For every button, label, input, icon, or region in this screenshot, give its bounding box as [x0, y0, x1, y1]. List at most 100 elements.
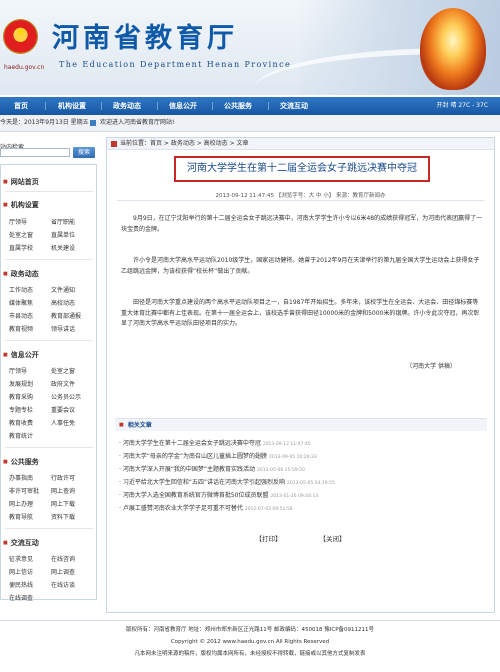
sidebar-link[interactable]: 教育采购	[9, 392, 33, 401]
home-icon	[90, 120, 96, 126]
search-input[interactable]	[0, 148, 70, 157]
sidebar-link[interactable]: 在线咨询	[51, 554, 75, 563]
footer: 版权所有：河南省教育厅 地址：郑州市郑东新区正光路11号 邮政编码：450018…	[0, 624, 500, 660]
nav-divider	[212, 102, 213, 110]
sidebar: 站内检索 搜索 网站首页 机构设置 厅领导 省厅职能 处室之窗 直属单位 直属学…	[0, 138, 100, 608]
sidebar-link[interactable]: 网上查询	[51, 486, 75, 495]
related-title[interactable]: · 卢展工盛赞河南农业大学学子足可重不可替代	[119, 505, 243, 512]
date-text: 今天是：2013年9月13日 星期五	[0, 119, 89, 126]
nav-item-service[interactable]: 公共服务	[224, 97, 252, 115]
weather-text: 开封 晴 27C - 37C	[436, 102, 488, 109]
article-panel: 当前位置：首页 > 政务动态 > 高校动态 > 文章 河南大学学生在第十二届全运…	[106, 137, 495, 613]
sidebar-link[interactable]: 资料下载	[51, 512, 75, 521]
footer-copyright-info: 版权所有：河南省教育厅 地址：郑州市郑东新区正光路11号 邮政编码：450018…	[125, 627, 374, 633]
article-source: （河南大学 供稿）	[406, 363, 456, 370]
related-item[interactable]: · 河南大学入选全国教育系统官方微博首批50位成员联盟 2013-01-26 09…	[119, 490, 318, 499]
nav-item-interact[interactable]: 交流互动	[280, 97, 308, 115]
sidebar-link[interactable]: 政府文件	[51, 379, 75, 388]
close-button[interactable]: 【关闭】	[320, 533, 346, 543]
sidebar-link[interactable]: 网上下载	[51, 499, 75, 508]
sidebar-section-interact[interactable]: 交流互动	[3, 538, 39, 548]
sidebar-section-news[interactable]: 政务动态	[3, 269, 39, 279]
sidebar-link[interactable]: 处室之窗	[51, 366, 75, 375]
footer-divider	[0, 620, 500, 621]
sidebar-link[interactable]: 网上信访	[9, 567, 33, 576]
sidebar-link[interactable]: 在线访谈	[51, 580, 75, 589]
divider	[5, 191, 93, 192]
nav-item-news[interactable]: 政务动态	[113, 97, 141, 115]
sidebar-link[interactable]: 直属学校	[9, 243, 33, 252]
sidebar-link[interactable]: 征求意见	[9, 554, 33, 563]
sidebar-link[interactable]: 网上调查	[51, 567, 75, 576]
sidebar-link[interactable]: 高校动态	[51, 298, 75, 307]
related-title[interactable]: · 习近平给北大学生回信和“五四”讲话在河南大学引起强烈反响	[119, 479, 285, 486]
sidebar-link[interactable]: 文件通知	[51, 285, 75, 294]
related-title[interactable]: · 河南大学学生在第十二届全运会女子跳远决赛中夺冠	[119, 440, 261, 447]
sidebar-link[interactable]: 厅领导	[9, 217, 27, 226]
sidebar-link[interactable]: 非许可审批	[9, 486, 39, 495]
sidebar-link[interactable]: 重要会议	[51, 405, 75, 414]
footer-notice: 凡本网未注明来源的稿件，版权均属本网所有，未经授权不得转载，链接或以其他方式复制…	[134, 651, 366, 657]
sidebar-link[interactable]: 行政许可	[51, 473, 75, 482]
sidebar-section-home[interactable]: 网站首页	[3, 177, 39, 187]
sidebar-section-service[interactable]: 公共服务	[3, 457, 39, 467]
nav-divider	[268, 102, 269, 110]
sidebar-link[interactable]: 教育部通报	[51, 311, 81, 320]
related-item[interactable]: · 河南大学学生在第十二届全运会女子跳远决赛中夺冠 2013-09-12 11:4…	[119, 438, 311, 447]
related-date: 2012-07-03 09:51:58	[244, 507, 293, 512]
sidebar-link[interactable]: 领导讲话	[51, 324, 75, 333]
sidebar-link[interactable]: 专题专栏	[9, 405, 33, 414]
breadcrumb: 当前位置：首页 > 政务动态 > 高校动态 > 文章	[107, 138, 494, 150]
article-paragraph: 9月9日，在辽宁沈阳举行的第十二届全运会女子跳远决赛中，河南大学学生许小令以6米…	[121, 215, 483, 233]
site-url[interactable]: haedu.gov.cn	[4, 64, 44, 71]
nav-divider	[45, 102, 46, 110]
sidebar-section-info[interactable]: 信息公开	[3, 350, 39, 360]
nav-item-info[interactable]: 信息公开	[169, 97, 197, 115]
sidebar-section-org[interactable]: 机构设置	[3, 200, 39, 210]
related-item[interactable]: · 卢展工盛赞河南农业大学学子足可重不可替代 2012-07-03 09:51:5…	[119, 503, 293, 512]
sidebar-link[interactable]: 教育导航	[9, 512, 33, 521]
related-title[interactable]: · 河南大学“母亲的学金”为南召山区儿童插上圆梦的翅膀	[119, 453, 267, 460]
nav-divider	[101, 102, 102, 110]
sidebar-link[interactable]: 教育视频	[9, 324, 33, 333]
header-banner: ★ haedu.gov.cn 河南省教育厅 The Education Depa…	[0, 0, 500, 95]
sidebar-link[interactable]: 省厅职能	[51, 217, 75, 226]
related-item[interactable]: · 习近平给北大学生回信和“五四”讲话在河南大学引起强烈反响 2013-05-05…	[119, 477, 335, 486]
related-item[interactable]: · 河南大学深入开展“我的中国梦”主题教育实践活动 2013-05-06 15:5…	[119, 464, 305, 473]
related-title[interactable]: · 河南大学深入开展“我的中国梦”主题教育实践活动	[119, 466, 255, 473]
sidebar-link[interactable]: 处室之窗	[9, 230, 33, 239]
print-button[interactable]: 【打印】	[255, 533, 281, 543]
sidebar-link[interactable]: 教育统计	[9, 431, 33, 440]
sidebar-link[interactable]: 直属单位	[51, 230, 75, 239]
breadcrumb-text[interactable]: 当前位置：首页 > 政务动态 > 高校动态 > 文章	[120, 138, 249, 150]
sidebar-link[interactable]: 在线调查	[9, 593, 33, 602]
nav-item-home[interactable]: 首页	[14, 97, 28, 115]
related-date: 2013-09-05 10:29:33	[269, 455, 317, 460]
nav-item-org[interactable]: 机构设置	[58, 97, 86, 115]
related-title[interactable]: · 河南大学入选全国教育系统官方微博首批50位成员联盟	[119, 492, 268, 499]
site-title[interactable]: 河南省教育厅	[52, 24, 238, 54]
sidebar-link[interactable]: 教育收费	[9, 418, 33, 427]
divider	[117, 200, 484, 201]
related-date: 2013-09-12 11:47:45	[262, 442, 311, 447]
sidebar-link[interactable]: 网上办理	[9, 499, 33, 508]
sidebar-link[interactable]: 厅领导	[9, 366, 27, 375]
related-item[interactable]: · 河南大学“母亲的学金”为南召山区儿童插上圆梦的翅膀 2013-09-05 10…	[119, 451, 317, 460]
sidebar-link[interactable]: 办事指南	[9, 473, 33, 482]
article-actions: 【打印】 【关闭】	[107, 533, 494, 543]
sidebar-link[interactable]: 工作动态	[9, 285, 33, 294]
sidebar-link[interactable]: 媒体聚焦	[9, 298, 33, 307]
sidebar-link[interactable]: 发展规划	[9, 379, 33, 388]
divider	[5, 340, 93, 341]
search-button[interactable]: 搜索	[73, 147, 95, 158]
article-meta: 2013-09-12 11:47:45 【浏览字号：大 中 小】 来源：教育厅新…	[215, 193, 386, 199]
sidebar-link[interactable]: 便民热线	[9, 580, 33, 589]
sidebar-link[interactable]: 人事任免	[51, 418, 75, 427]
sidebar-link[interactable]: 公务员公示	[51, 392, 81, 401]
footer-copyright: Copyright © 2012 www.haedu.gov.cn All Ri…	[170, 639, 330, 645]
sidebar-link[interactable]: 市县动态	[9, 311, 33, 320]
divider	[5, 528, 93, 529]
article-title: 河南大学学生在第十二届全运会女子跳远决赛中夺冠	[174, 156, 430, 182]
sidebar-link[interactable]: 机关建设	[51, 243, 75, 252]
divider	[5, 259, 93, 260]
